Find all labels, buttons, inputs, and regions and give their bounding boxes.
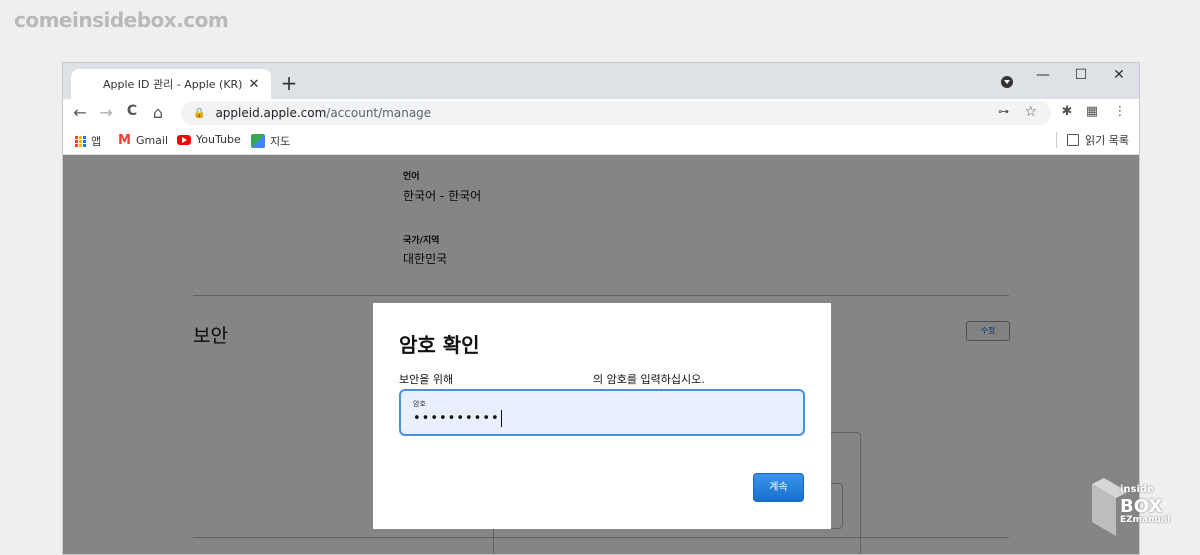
new-tab-button[interactable]: + [279, 71, 299, 95]
close-window-button[interactable]: ✕ [1109, 67, 1129, 83]
logo-sub-text: EZmanual [1120, 515, 1171, 525]
bookmark-apps[interactable]: 앱 [75, 133, 101, 149]
dialog-description-prefix: 보안을 위해 [399, 373, 454, 386]
password-value: •••••••••• [413, 411, 500, 426]
tab-close-icon[interactable]: ✕ [247, 77, 261, 92]
extensions-icon[interactable]: ✱ [1058, 104, 1076, 119]
home-button[interactable]: ⌂ [149, 103, 167, 122]
active-tab[interactable]: Apple ID 관리 - Apple (KR) ✕ [71, 69, 271, 99]
password-field[interactable]: 암호 •••••••••• [399, 389, 805, 436]
bookmark-apps-label: 앱 [91, 135, 102, 148]
apps-grid-icon [75, 135, 86, 147]
browser-window: Apple ID 관리 - Apple (KR) ✕ + — ☐ ✕ ← → C… [62, 62, 1140, 555]
chrome-menu-icon[interactable]: ⋮ [1111, 104, 1129, 119]
tab-strip: Apple ID 관리 - Apple (KR) ✕ + — ☐ ✕ [63, 63, 1139, 99]
maps-icon [251, 134, 265, 148]
reload-button[interactable]: C [123, 103, 141, 119]
bookmark-maps[interactable]: 지도 [251, 133, 290, 149]
dialog-title: 암호 확인 [399, 333, 480, 357]
password-key-icon[interactable]: ⊶ [998, 105, 1009, 118]
maximize-button[interactable]: ☐ [1071, 67, 1091, 83]
password-field-label: 암호 [413, 400, 426, 408]
url-path: /account/manage [326, 106, 432, 120]
bookmark-maps-label: 지도 [270, 135, 291, 148]
address-bar[interactable]: 🔒 appleid.apple.com/account/manage ⊶ ☆ [181, 101, 1051, 125]
password-input[interactable]: •••••••••• [413, 410, 502, 427]
bookmarks-bar: 앱 M Gmail YouTube 지도 읽기 목록 [63, 127, 1139, 155]
youtube-icon [177, 134, 191, 145]
lock-icon: 🔒 [193, 107, 206, 119]
bookmark-gmail-label: Gmail [135, 134, 169, 147]
minimize-button[interactable]: — [1033, 67, 1053, 83]
profile-menu-icon[interactable] [1001, 76, 1013, 88]
browser-toolbar: ← → C ⌂ 🔒 appleid.apple.com/account/mana… [63, 99, 1139, 127]
password-confirm-dialog: 암호 확인 보안을 위해 의 암호를 입력하십시오. 암호 ••••••••••… [373, 303, 831, 529]
watermark-text: comeinsidebox.com [14, 8, 229, 32]
page-viewport: 언어 한국어 - 한국어 국가/지역 대한민국 보안 수정 암호 확인 보안을 … [63, 155, 1139, 554]
extension-app-icon[interactable]: ▦ [1083, 104, 1101, 119]
tab-title: Apple ID 관리 - Apple (KR) [103, 78, 243, 91]
gmail-icon: M [118, 133, 131, 148]
url-host: appleid.apple.com [215, 106, 327, 120]
reading-list-icon [1067, 134, 1080, 146]
back-button[interactable]: ← [71, 103, 89, 122]
bookmark-youtube[interactable]: YouTube [177, 133, 241, 146]
text-caret [500, 410, 502, 427]
reading-list[interactable]: 읽기 목록 [1056, 132, 1129, 148]
insidebox-logo: inside BOX EZmanual [1090, 478, 1182, 538]
bookmark-gmail[interactable]: M Gmail [118, 133, 168, 148]
logo-top-text: inside [1120, 484, 1154, 495]
bookmark-star-icon[interactable]: ☆ [1024, 104, 1037, 120]
forward-button[interactable]: → [97, 103, 115, 122]
bookmark-youtube-label: YouTube [196, 133, 241, 146]
reading-list-label: 읽기 목록 [1085, 134, 1129, 147]
logo-main-text: BOX [1120, 496, 1163, 517]
dialog-description-suffix: 의 암호를 입력하십시오. [593, 373, 705, 386]
continue-button[interactable]: 계속 [753, 473, 804, 502]
